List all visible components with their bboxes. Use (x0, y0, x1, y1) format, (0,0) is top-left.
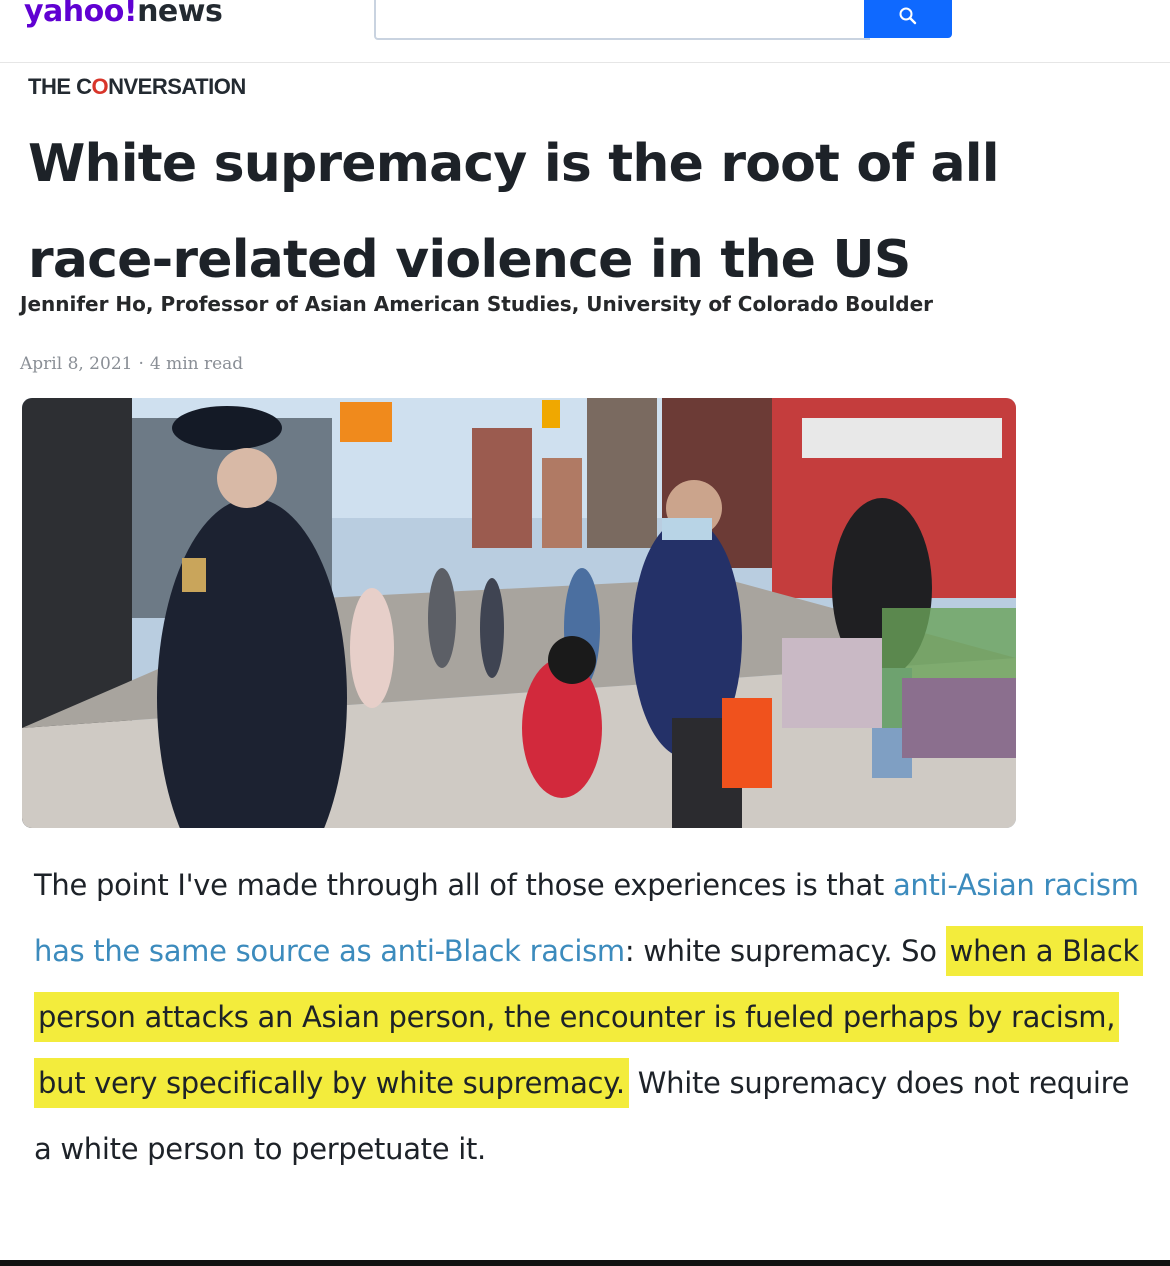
read-time: 4 min read (149, 354, 244, 374)
article-author[interactable]: Jennifer Ho, Professor of Asian American… (20, 290, 1120, 318)
article-meta: April 8, 2021 · 4 min read (20, 354, 249, 374)
article-photo[interactable] (22, 398, 1016, 828)
article-paragraph: The point I've made through all of those… (34, 852, 1144, 1182)
article-date: April 8, 2021 (20, 354, 133, 374)
meta-separator: · (138, 354, 144, 374)
source-suffix: NVERSATION (108, 74, 246, 99)
yahoo-news-logo[interactable]: yahoo!news (24, 0, 223, 29)
source-prefix: THE C (28, 74, 92, 99)
search-icon (899, 7, 917, 25)
bottom-bar (0, 1260, 1170, 1266)
body-text-segment: : white supremacy. So (624, 934, 946, 968)
logo-section: news (137, 0, 223, 29)
article-title: White supremacy is the root of all race-… (28, 134, 1000, 290)
source-logo[interactable]: THE CONVERSATION (28, 74, 246, 100)
article-body: The point I've made through all of those… (34, 852, 1144, 1182)
top-bar: yahoo!news (0, 0, 1170, 63)
search-input[interactable] (374, 0, 870, 40)
street-scene-image (22, 398, 1016, 828)
source-o-letter: O (91, 74, 109, 99)
search-button[interactable] (864, 0, 952, 38)
logo-brand: yahoo! (24, 0, 138, 29)
body-text-segment: The point I've made through all of those… (34, 868, 893, 902)
